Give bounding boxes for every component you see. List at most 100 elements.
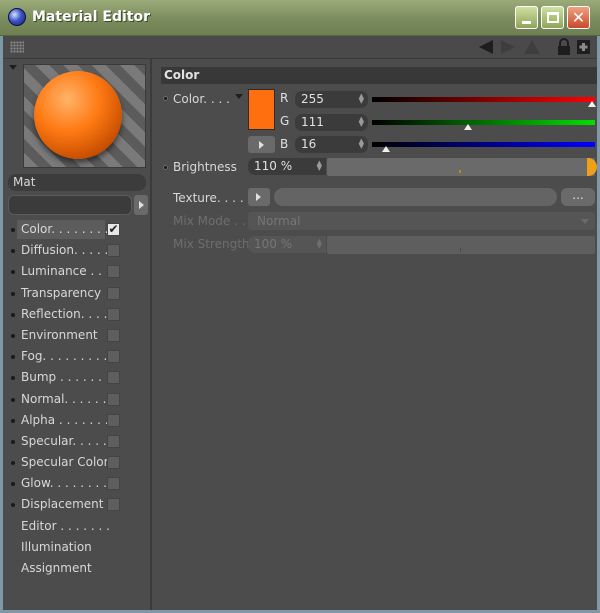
channel-checkbox[interactable]: ✔ — [107, 223, 120, 236]
channel-checkbox[interactable] — [107, 498, 120, 512]
material-name-field[interactable]: Mat — [8, 174, 146, 191]
r-slider[interactable] — [372, 97, 595, 102]
mix-mode-label: Mix Mode . . — [173, 214, 246, 228]
bullet-icon — [11, 291, 15, 296]
bullet-icon — [11, 482, 15, 487]
channel-item-color[interactable]: Color. . . . . . . . ✔ — [3, 219, 152, 240]
close-button[interactable]: ✕ — [567, 6, 590, 29]
stepper-icon[interactable]: ▲ ▼ — [317, 238, 322, 250]
back-arrow-icon[interactable] — [477, 39, 495, 55]
channel-item-luminance[interactable]: Luminance . . . — [3, 261, 152, 282]
channel-checkbox[interactable] — [107, 371, 120, 385]
channel-label: Color. . . . . . . . — [21, 222, 109, 236]
color-menu-icon[interactable] — [235, 94, 243, 99]
channel-item-bump[interactable]: Bump . . . . . . . — [3, 367, 152, 388]
g-slider-handle[interactable] — [464, 124, 472, 130]
brightness-field[interactable]: 110 % ▲ ▼ — [248, 158, 326, 175]
channel-item-environment[interactable]: Environment — [3, 325, 152, 346]
b-value: 16 — [301, 137, 317, 151]
bullet-icon — [11, 228, 15, 232]
channel-label: Assignment — [21, 561, 92, 575]
channel-checkbox[interactable] — [107, 244, 120, 258]
channel-checkbox[interactable] — [107, 286, 120, 300]
channel-label: Reflection. . . . — [21, 306, 108, 321]
material-preview[interactable] — [23, 64, 146, 168]
mix-mode-select[interactable]: Normal — [248, 212, 595, 230]
channel-item-glow[interactable]: Glow. . . . . . . . — [3, 473, 152, 494]
b-slider[interactable] — [372, 142, 595, 147]
material-editor-window: Material Editor ✕ Mat Color. . . . . . .… — [0, 0, 600, 613]
preview-sphere — [34, 71, 122, 159]
up-arrow-icon[interactable] — [523, 39, 541, 55]
channel-item-fog[interactable]: Fog. . . . . . . . . — [3, 346, 152, 367]
channel-checkbox[interactable] — [107, 456, 120, 470]
brightness-slider-handle[interactable] — [587, 158, 597, 176]
minimize-icon — [522, 21, 531, 24]
channel-item-reflection[interactable]: Reflection. . . . — [3, 304, 152, 325]
stepper-icon[interactable]: ▲ ▼ — [317, 160, 322, 172]
material-input[interactable] — [8, 195, 132, 215]
brightness-slider[interactable] — [327, 158, 597, 176]
channel-label: Alpha . . . . . . . — [21, 412, 109, 427]
r-value-field[interactable]: 255 ▲ ▼ — [295, 91, 368, 108]
animate-dot-icon[interactable] — [163, 96, 168, 101]
grip-icon[interactable] — [10, 41, 24, 53]
mix-strength-field[interactable]: 100 % ▲ ▼ — [248, 236, 326, 253]
material-expand-button[interactable] — [134, 195, 148, 215]
mix-mode-value: Normal — [257, 214, 301, 228]
channel-item-specular-color[interactable]: Specular Color — [3, 452, 152, 473]
stepper-icon[interactable]: ▲ ▼ — [359, 138, 364, 150]
bullet-icon — [11, 355, 15, 360]
mix-strength-label: Mix Strength — [173, 237, 250, 251]
channel-checkbox[interactable] — [107, 477, 120, 491]
channel-item-alpha[interactable]: Alpha . . . . . . . — [3, 410, 152, 431]
channel-item-displacement[interactable]: Displacement — [3, 494, 152, 515]
b-label: B — [280, 137, 289, 151]
channel-checkbox[interactable] — [107, 265, 120, 279]
mix-strength-slider[interactable] — [327, 236, 595, 254]
channel-item-specular[interactable]: Specular. . . . . — [3, 431, 152, 452]
b-value-field[interactable]: 16 ▲ ▼ — [295, 136, 368, 153]
channel-checkbox[interactable] — [107, 392, 120, 406]
color-mode-button[interactable] — [248, 136, 275, 153]
bullet-icon — [11, 461, 15, 466]
channel-item-normal[interactable]: Normal. . . . . . — [3, 389, 152, 410]
channel-item-diffusion[interactable]: Diffusion. . . . . . — [3, 240, 152, 261]
play-icon — [259, 141, 264, 149]
color-swatch[interactable] — [248, 89, 275, 130]
animate-dot-icon[interactable] — [163, 165, 168, 170]
texture-menu-button[interactable] — [248, 188, 270, 206]
toolbar — [3, 36, 597, 59]
channel-label: Editor . . . . . . . — [21, 518, 110, 533]
channel-item-assignment[interactable]: Assignment — [3, 558, 152, 579]
new-window-icon[interactable] — [576, 39, 591, 55]
section-header: Color — [161, 67, 597, 84]
b-slider-handle[interactable] — [382, 146, 390, 152]
channel-checkbox[interactable] — [107, 307, 120, 321]
channel-checkbox[interactable] — [107, 328, 120, 342]
forward-arrow-icon[interactable] — [499, 39, 517, 55]
channel-checkbox[interactable] — [107, 434, 120, 448]
r-slider-handle[interactable] — [588, 101, 596, 107]
channel-item-transparency[interactable]: Transparency — [3, 283, 152, 304]
title-bar[interactable]: Material Editor ✕ — [0, 0, 600, 36]
lock-icon[interactable] — [557, 38, 571, 56]
channel-checkbox[interactable] — [107, 413, 120, 427]
channel-checkbox[interactable] — [107, 350, 120, 364]
g-value-field[interactable]: 111 ▲ ▼ — [295, 114, 368, 131]
stepper-icon[interactable]: ▲ ▼ — [359, 93, 364, 105]
r-label: R — [280, 91, 289, 105]
minimize-button[interactable] — [515, 6, 538, 29]
channel-item-illumination[interactable]: Illumination — [3, 537, 152, 558]
texture-browse-button[interactable]: ... — [561, 188, 595, 206]
stepper-icon[interactable]: ▲ ▼ — [359, 116, 364, 128]
color-channel-panel: Color Color. . . . R 255 ▲ ▼ G 111 ▲ ▼ B 16 ▲… — [154, 59, 597, 610]
bullet-icon — [11, 397, 15, 402]
texture-field[interactable] — [274, 188, 557, 206]
preview-menu-icon[interactable] — [9, 65, 17, 70]
channel-item-editor[interactable]: Editor . . . . . . . — [3, 516, 152, 537]
window-title: Material Editor — [32, 9, 150, 25]
maximize-icon — [547, 12, 559, 23]
g-slider[interactable] — [372, 120, 595, 125]
maximize-button[interactable] — [541, 6, 564, 29]
